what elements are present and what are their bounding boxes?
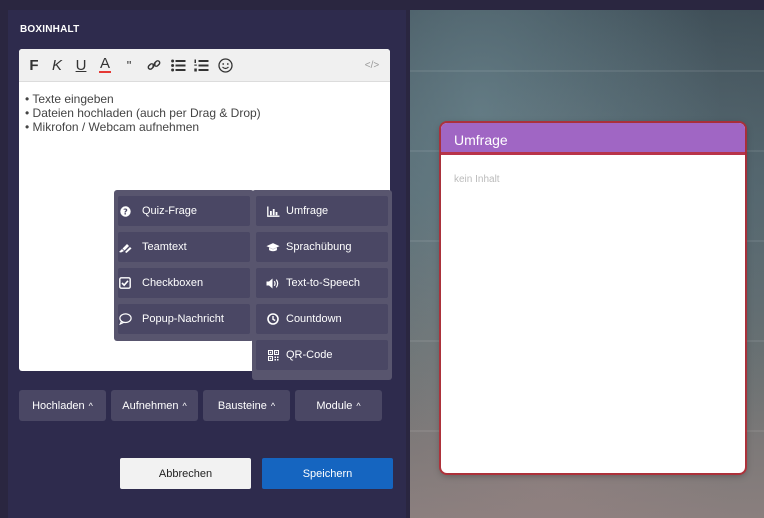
bold-button[interactable]: F [28, 56, 40, 74]
card-empty-text: kein Inhalt [454, 174, 500, 185]
quote-button[interactable]: " [124, 56, 134, 74]
background-wave [410, 70, 764, 72]
button-label: Hochladen [32, 399, 85, 412]
menu-item-label: Countdown [286, 313, 342, 325]
editor-line: • Mikrofon / Webcam aufnehmen [25, 120, 200, 134]
text-color-button[interactable]: A [98, 56, 112, 74]
editor-toolbar: F K U A " </> [19, 49, 390, 82]
cancel-button[interactable]: Abbrechen [120, 458, 251, 489]
menu-item-label: Teamtext [142, 241, 187, 253]
panel-title: BOXINHALT [20, 24, 80, 35]
bausteine-button[interactable]: Bausteine ^ [203, 390, 290, 421]
button-label: Bausteine [217, 399, 267, 412]
chevron-up-icon: ^ [356, 400, 361, 411]
question-circle-icon: ? [118, 205, 132, 217]
text-color-letter: A [99, 55, 110, 72]
svg-text:?: ? [123, 207, 128, 216]
text-color-bar [99, 71, 111, 73]
clock-icon [266, 313, 280, 325]
editor-content[interactable]: • Texte eingeben • Dateien hochladen (au… [25, 92, 261, 134]
bullet-list-icon[interactable] [170, 56, 186, 74]
speaker-icon [266, 278, 280, 289]
app-root: BOXINHALT F K U A " </> • Texte eingeben… [0, 0, 764, 518]
menu-item-label: Sprachübung [286, 241, 352, 253]
code-view-button[interactable]: </> [364, 56, 380, 74]
qr-code-icon [266, 349, 280, 361]
underline-button[interactable]: U [75, 56, 87, 74]
bausteine-menu: ? Quiz-Frage Teamtext Checkboxen Popup-N… [114, 190, 254, 341]
menu-item-label: Popup-Nachricht [142, 313, 224, 325]
card-title: Umfrage [454, 132, 508, 148]
menu-item-checkboxen[interactable]: Checkboxen [118, 268, 250, 298]
box-content-panel: BOXINHALT F K U A " </> • Texte eingeben… [8, 10, 406, 518]
menu-item-qr-code[interactable]: QR-Code [256, 340, 388, 370]
speech-bubble-icon [118, 313, 132, 325]
menu-item-umfrage[interactable]: Umfrage [256, 196, 388, 226]
hochladen-button[interactable]: Hochladen ^ [19, 390, 106, 421]
bar-chart-icon [266, 206, 280, 217]
pencils-icon [118, 242, 132, 253]
menu-item-label: Quiz-Frage [142, 205, 198, 217]
link-icon[interactable] [146, 56, 162, 74]
menu-item-teamtext[interactable]: Teamtext [118, 232, 250, 262]
menu-item-label: QR-Code [286, 349, 333, 361]
numbered-list-icon[interactable] [193, 56, 209, 74]
chevron-up-icon: ^ [182, 400, 187, 411]
menu-item-label: Checkboxen [142, 277, 204, 289]
preview-card[interactable]: Umfrage kein Inhalt [441, 123, 745, 473]
button-label: Aufnehmen [122, 399, 179, 412]
menu-item-quiz-frage[interactable]: ? Quiz-Frage [118, 196, 250, 226]
menu-item-label: Text-to-Speech [286, 277, 360, 289]
editor-line: • Dateien hochladen (auch per Drag & Dro… [25, 106, 261, 120]
aufnehmen-button[interactable]: Aufnehmen ^ [111, 390, 198, 421]
button-label: Module [316, 399, 353, 412]
menu-item-sprachuebung[interactable]: Sprachübung [256, 232, 388, 262]
save-button[interactable]: Speichern [262, 458, 393, 489]
module-button[interactable]: Module ^ [295, 390, 382, 421]
editor-line: • Texte eingeben [25, 92, 114, 106]
menu-item-text-to-speech[interactable]: Text-to-Speech [256, 268, 388, 298]
emoji-icon[interactable] [217, 56, 233, 74]
menu-item-label: Umfrage [286, 205, 329, 217]
checkbox-icon [118, 277, 132, 289]
card-header: Umfrage [441, 123, 745, 155]
menu-item-popup-nachricht[interactable]: Popup-Nachricht [118, 304, 250, 334]
menu-item-countdown[interactable]: Countdown [256, 304, 388, 334]
italic-button[interactable]: K [51, 56, 63, 74]
chevron-up-icon: ^ [88, 400, 93, 411]
chevron-up-icon: ^ [270, 400, 276, 411]
graduation-cap-icon [266, 242, 280, 253]
module-menu: Umfrage Sprachübung Text-to-Speech Count… [252, 190, 392, 380]
